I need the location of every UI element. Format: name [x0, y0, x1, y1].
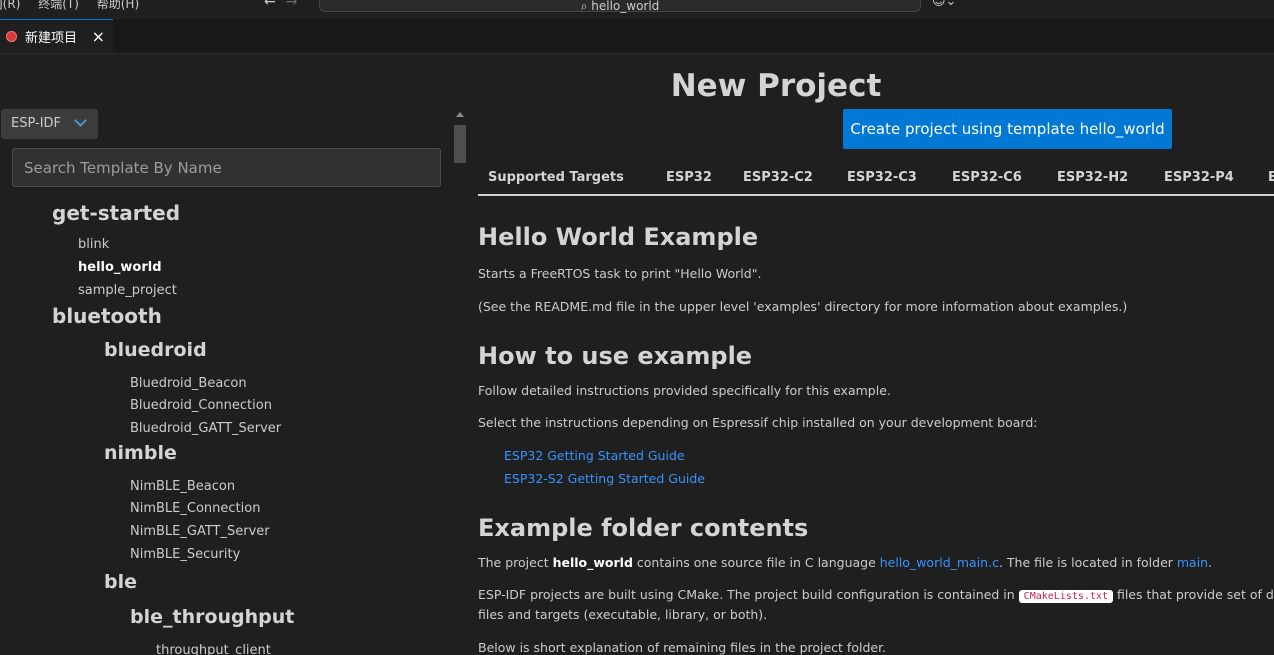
page-title: New Project — [670, 68, 882, 104]
tab-label: 新建项目 — [25, 31, 78, 46]
readme-heading-hello-world: Hello World Example — [478, 223, 759, 251]
readme-paragraph: Follow detailed instructions provided sp… — [478, 383, 891, 398]
menu-bar: ](R) 终端(T) 帮助(H) — [0, 0, 153, 12]
command-center[interactable]: ⌕ hello_world — [319, 0, 921, 13]
tree-item-hello-world[interactable]: hello_world — [78, 260, 162, 275]
navigation-arrows: ← → — [264, 0, 307, 10]
readme-paragraph-cmake: ESP-IDF projects are built using CMake. … — [478, 587, 1274, 603]
targets-header: Supported Targets — [488, 170, 624, 185]
supported-targets-row: Supported Targets ESP32 ESP32-C2 ESP32-C… — [478, 170, 1274, 196]
tree-category-get-started[interactable]: get-started — [52, 201, 180, 225]
tree-item-bluedroid-beacon[interactable]: Bluedroid_Beacon — [130, 376, 247, 391]
tree-item-nimble-gatt-server[interactable]: NimBLE_GATT_Server — [130, 524, 270, 539]
target-esp32-c2: ESP32-C2 — [743, 170, 813, 185]
readme-paragraph: Starts a FreeRTOS task to print "Hello W… — [478, 266, 762, 281]
title-bar: ](R) 终端(T) 帮助(H) ← → ⌕ hello_world ☺⌄ — [0, 0, 1274, 14]
create-project-button[interactable]: Create project using template hello_worl… — [843, 109, 1172, 149]
text: contains one source file in C language — [632, 555, 880, 570]
text: . — [1208, 555, 1213, 570]
text: The project — [478, 555, 553, 570]
readme-paragraph-project: The project hello_world contains one sou… — [478, 555, 1212, 570]
menu-item-help[interactable]: 帮助(H) — [97, 0, 139, 11]
link-esp32-s2-guide[interactable]: ESP32-S2 Getting Started Guide — [504, 471, 705, 486]
text: ESP-IDF projects are built using CMake. … — [478, 587, 1019, 602]
back-arrow-icon[interactable]: ← — [264, 0, 276, 10]
text: . The file is located in folder — [998, 555, 1177, 570]
project-details: New Project Create project using templat… — [470, 54, 1274, 655]
command-center-text: hello_world — [591, 0, 660, 13]
target-esp32-h2: ESP32-H2 — [1057, 170, 1129, 185]
tree-item-throughput-client[interactable]: throughput_client — [156, 643, 271, 655]
espressif-icon — [6, 31, 17, 42]
link-main-folder[interactable]: main — [1177, 555, 1208, 570]
tree-category-nimble[interactable]: nimble — [104, 442, 177, 464]
target-esp32-c6: ESP32-C6 — [952, 170, 1022, 185]
framework-select[interactable]: ESP-IDF — [1, 109, 98, 139]
tree-item-nimble-connection[interactable]: NimBLE_Connection — [130, 501, 260, 516]
forward-arrow-icon[interactable]: → — [286, 0, 298, 10]
search-template-input[interactable] — [12, 148, 441, 187]
tree-item-nimble-beacon[interactable]: NimBLE_Beacon — [130, 479, 235, 494]
readme-paragraph: Select the instructions depending on Esp… — [478, 415, 1038, 430]
tree-item-nimble-security[interactable]: NimBLE_Security — [130, 547, 240, 562]
tree-category-ble-throughput[interactable]: ble_throughput — [130, 606, 294, 628]
link-esp32-guide[interactable]: ESP32 Getting Started Guide — [504, 448, 685, 463]
tree-category-ble[interactable]: ble — [104, 571, 137, 593]
copilot-icon[interactable]: ☺⌄ — [932, 0, 956, 9]
target-esp32: ESP32 — [666, 170, 712, 185]
readme-paragraph-cmake-cont: files and targets (executable, library, … — [478, 607, 768, 622]
scrollbar-thumb[interactable] — [454, 125, 466, 163]
chevron-down-icon — [74, 114, 87, 127]
readme-heading-folder-contents: Example folder contents — [478, 514, 809, 542]
tree-item-blink[interactable]: blink — [78, 237, 109, 252]
readme-paragraph: (See the README.md file in the upper lev… — [478, 299, 1128, 314]
text: files that provide set of directives ar — [1116, 587, 1274, 602]
target-esp32-c3: ESP32-C3 — [847, 170, 917, 185]
tree-item-bluedroid-connection[interactable]: Bluedroid_Connection — [130, 398, 272, 413]
target-more: E — [1268, 170, 1274, 185]
link-hello-world-main[interactable]: hello_world_main.c — [880, 555, 999, 570]
project-name: hello_world — [552, 555, 633, 570]
tab-bar: 新建项目 × — [0, 19, 1274, 54]
menu-item-run[interactable]: ](R) — [0, 0, 20, 11]
readme-heading-how-to-use: How to use example — [478, 342, 753, 370]
tree-item-bluedroid-gatt-server[interactable]: Bluedroid_GATT_Server — [130, 421, 281, 436]
tree-category-bluedroid[interactable]: bluedroid — [104, 339, 207, 361]
framework-value: ESP-IDF — [11, 116, 62, 131]
tree-item-sample-project[interactable]: sample_project — [78, 283, 177, 298]
code-cmakelists: CMakeLists.txt — [1018, 590, 1113, 603]
tab-new-project[interactable]: 新建项目 × — [0, 19, 113, 53]
target-esp32-p4: ESP32-P4 — [1164, 170, 1234, 185]
search-icon: ⌕ — [580, 0, 588, 13]
readme-paragraph: Below is short explanation of remaining … — [478, 640, 887, 655]
tree-category-bluetooth[interactable]: bluetooth — [52, 304, 162, 328]
scroll-up-arrow-icon[interactable] — [456, 112, 464, 117]
menu-item-terminal[interactable]: 终端(T) — [38, 0, 79, 11]
close-icon[interactable]: × — [92, 27, 105, 46]
template-sidebar: ESP-IDF get-started blink hello_world sa… — [0, 54, 470, 655]
